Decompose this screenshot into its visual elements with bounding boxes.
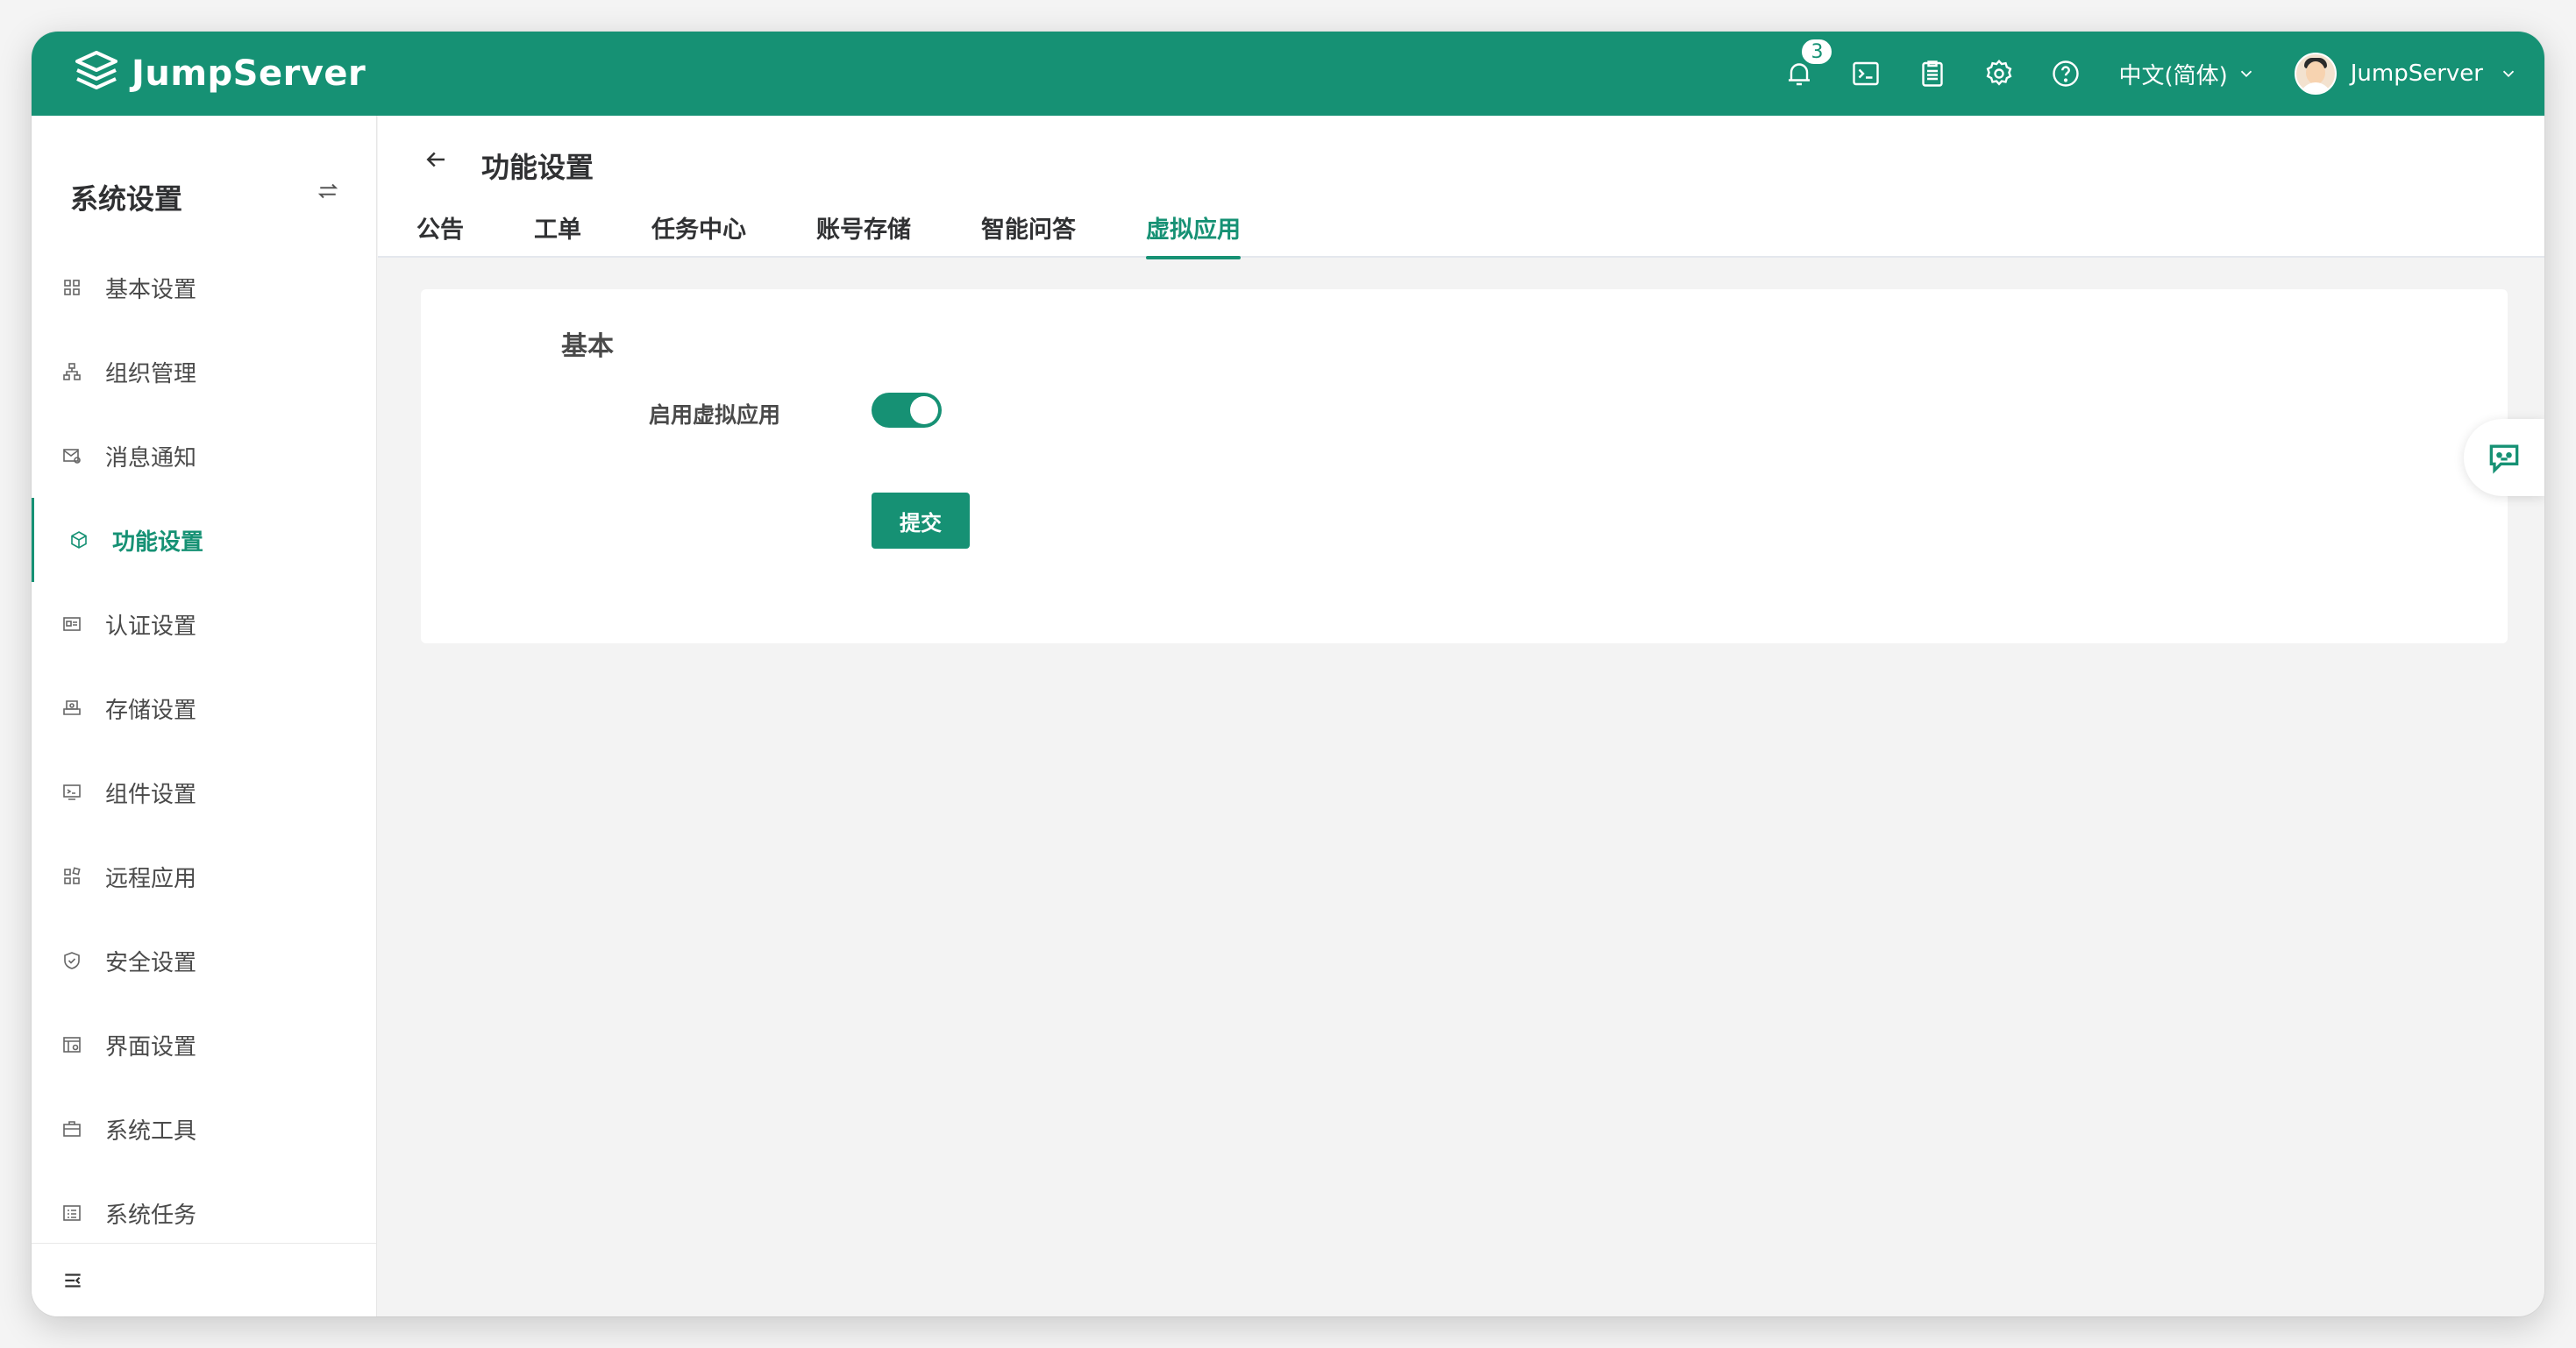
sidebar-item-features[interactable]: 功能设置 [32,498,376,582]
brand-logo[interactable]: JumpServer [72,49,366,98]
language-label: 中文(简体) [2118,62,2228,89]
user-menu[interactable]: JumpServer [2294,53,2518,95]
sidebar-item-interface[interactable]: 界面设置 [32,1003,376,1087]
chevron-down-icon [2502,70,2515,78]
submit-button[interactable]: 提交 [872,493,970,549]
enable-virtual-app-label: 启用虚拟应用 [649,402,781,428]
storage-icon [63,700,81,715]
tab-task-center[interactable]: 任务中心 [651,203,746,258]
username: JumpServer [2350,60,2483,87]
sidebar-item-label: 远程应用 [105,865,197,892]
id-card-icon [63,617,81,631]
sidebar-item-storage[interactable]: 存储设置 [32,666,376,750]
tab-bar: 公告 工单 任务中心 账号存储 智能问答 虚拟应用 [416,203,1311,259]
tab-smart-qa[interactable]: 智能问答 [981,203,1076,258]
top-navbar: JumpServer 3 中文(简体) JumpServer [32,32,2544,116]
web-terminal-button[interactable] [1832,32,1899,116]
sidebar-item-notifications[interactable]: 消息通知 [32,414,376,498]
sidebar-item-label: 存储设置 [105,697,197,724]
sidebar-item-security[interactable]: 安全设置 [32,919,376,1003]
brand-name: JumpServer [132,53,366,94]
sidebar-item-label: 系统工具 [105,1117,197,1145]
sidebar-item-org[interactable]: 组织管理 [32,330,376,414]
switch-knob [910,396,938,424]
chevron-down-icon [2240,70,2252,78]
sidebar-menu: 基本设置 组织管理 消息通知 功能设置 认证设置 存储设置 组件设置 远程应用 … [32,245,376,1255]
language-selector[interactable]: 中文(简体) [2118,58,2255,90]
sidebar-item-label: 组织管理 [105,360,197,387]
sidebar-item-remote-apps[interactable]: 远程应用 [32,834,376,919]
notification-badge: 3 [1799,37,1835,67]
message-icon [63,449,81,464]
sidebar-item-label: 界面设置 [105,1033,197,1061]
swap-icon [317,183,338,199]
org-icon [63,363,81,380]
gear-icon [1987,59,2012,86]
sidebar-item-components[interactable]: 组件设置 [32,750,376,834]
notification-button[interactable]: 3 [1766,32,1835,116]
back-button[interactable] [416,140,455,179]
enable-virtual-app-switch[interactable] [872,393,942,428]
help-icon [2053,60,2080,87]
tab-virtual-app[interactable]: 虚拟应用 [1146,203,1241,259]
grid-icon [64,280,80,295]
jumpserver-logo-icon [75,51,117,89]
sidebar-item-label: 系统任务 [105,1202,197,1229]
sidebar: 系统设置 基本设置 组织管理 消息通知 功能设置 认证设置 存储设置 组件设置 … [32,116,377,1316]
page-header: 功能设置 公告 工单 任务中心 账号存储 智能问答 虚拟应用 [378,116,2544,259]
avatar [2294,53,2337,95]
sidebar-item-auth[interactable]: 认证设置 [32,582,376,666]
section-title: 基本 [561,331,614,362]
component-icon [63,784,81,800]
help-button[interactable] [2032,32,2099,116]
shield-icon [64,952,80,969]
switch-view-button[interactable] [310,174,345,209]
sidebar-item-label: 消息通知 [105,444,197,472]
app-window: JumpServer 3 中文(简体) JumpServer 系统设置 基本设置… [32,32,2544,1316]
chat-assistant-button[interactable] [2464,419,2544,496]
sidebar-item-label: 功能设置 [112,529,204,556]
task-icon [63,1205,81,1221]
terminal-icon [1853,61,1880,86]
interface-icon [63,1037,81,1053]
clipboard-icon [1922,60,1944,87]
toolbox-icon [63,1121,81,1137]
sidebar-item-label: 认证设置 [105,613,197,640]
arrow-left-icon [426,152,445,167]
collapse-sidebar-button[interactable] [32,1243,376,1316]
settings-button[interactable] [1966,32,2032,116]
cube-icon [71,531,87,549]
chat-bot-icon [2489,444,2519,474]
sidebar-item-tools[interactable]: 系统工具 [32,1087,376,1171]
page-title: 功能设置 [481,151,594,184]
sidebar-item-label: 基本设置 [105,276,197,303]
topbar-actions: 3 中文(简体) JumpServer [1766,32,2518,116]
sidebar-title: 系统设置 [70,182,183,216]
tab-tickets[interactable]: 工单 [534,203,581,258]
tickets-button[interactable] [1899,32,1966,116]
tab-account-storage[interactable]: 账号存储 [816,203,911,258]
sidebar-item-basic[interactable]: 基本设置 [32,245,376,330]
settings-card: 基本 启用虚拟应用 提交 [421,289,2508,643]
tab-announcement[interactable]: 公告 [416,203,464,258]
sidebar-item-label: 安全设置 [105,949,197,976]
collapse-menu-icon [65,1273,81,1288]
apps-icon [64,867,81,884]
sidebar-item-label: 组件设置 [105,781,197,808]
